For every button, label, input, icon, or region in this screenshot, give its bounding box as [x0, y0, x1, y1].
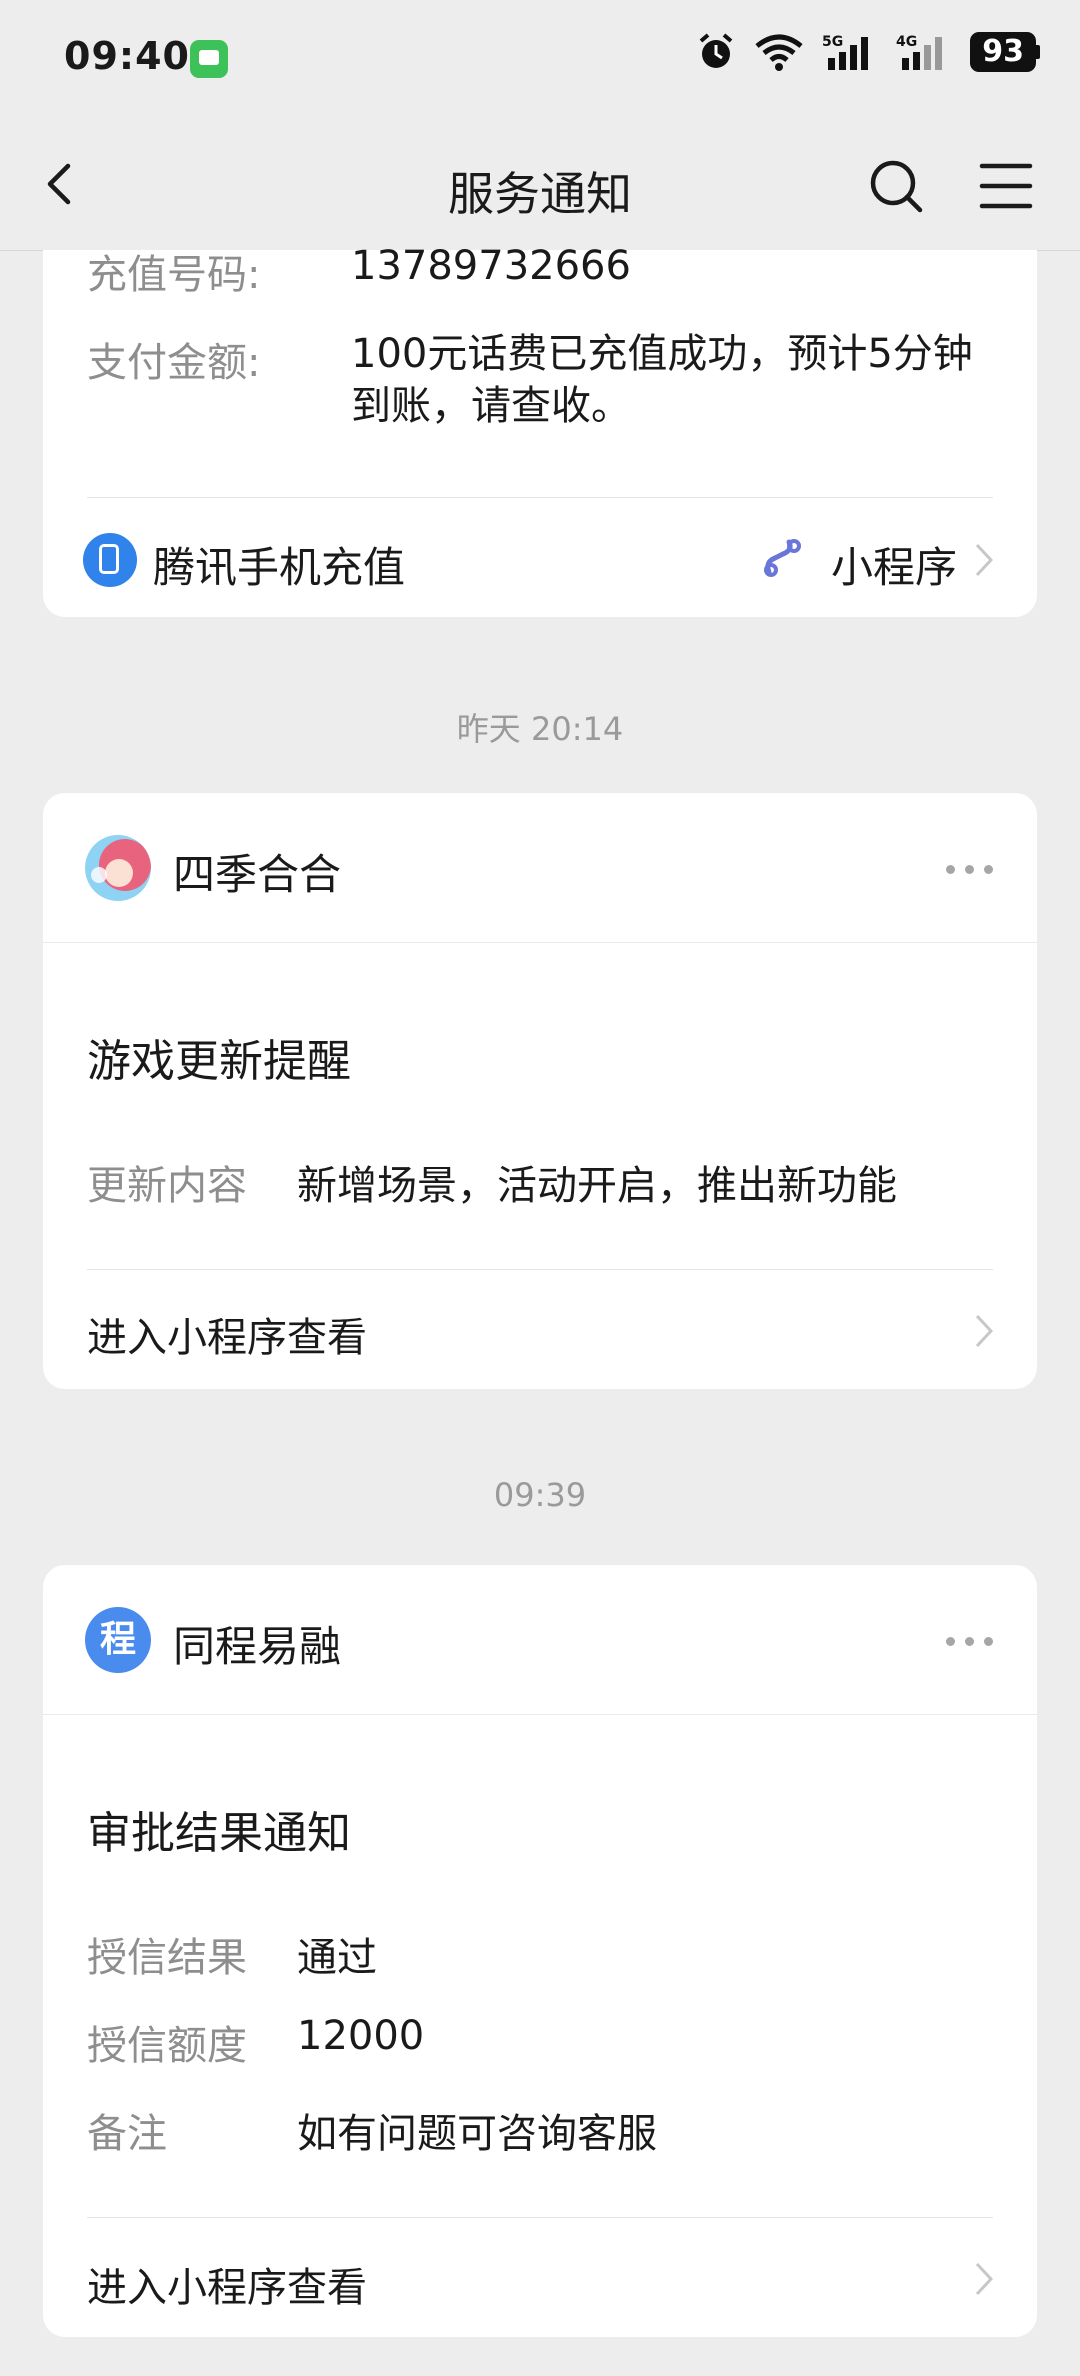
- timestamp: 昨天 20:14: [456, 710, 624, 748]
- approval-notice-card: 程 同程易融 审批结果通知 授信结果 通过 授信额度 12000 备注 如有问题…: [43, 1565, 1037, 2337]
- signal-5g-icon: 5G: [822, 34, 869, 70]
- status-icons: 5G 4G 93: [696, 32, 1040, 72]
- detail-value: 新增场景，活动开启，推出新功能: [297, 1163, 897, 1209]
- notice-title: 审批结果通知: [87, 1808, 351, 1859]
- notice-title: 游戏更新提醒: [87, 1036, 351, 1087]
- divider: [43, 942, 1037, 943]
- chevron-right-icon: [975, 1314, 993, 1348]
- status-time: 09:40: [64, 34, 190, 78]
- anime-avatar-icon: [85, 835, 151, 901]
- divider: [43, 1714, 1037, 1715]
- avatar-char: 程: [99, 1619, 136, 1660]
- status-bar: 09:40 5G 4G 93: [0, 0, 1080, 118]
- enter-mini-program-label: 进入小程序查看: [87, 1315, 367, 1361]
- signal-4g-icon: 4G: [896, 34, 943, 70]
- phone-label: 充值号码:: [87, 252, 261, 298]
- enter-mini-program-label: 进入小程序查看: [87, 2265, 367, 2311]
- search-icon[interactable]: [868, 158, 924, 214]
- detail-value: 如有问题可咨询客服: [297, 2111, 657, 2157]
- battery-indicator: 93: [970, 32, 1040, 72]
- detail-label: 授信结果: [87, 1935, 247, 1981]
- game-update-card: 四季合合 游戏更新提醒 更新内容 新增场景，活动开启，推出新功能 进入小程序查看: [43, 793, 1037, 1389]
- divider: [87, 497, 993, 498]
- mini-program-link-icon: [764, 539, 801, 577]
- battery-level: 93: [970, 32, 1036, 72]
- wifi-icon: [755, 34, 803, 71]
- svg-text:4G: 4G: [896, 34, 917, 50]
- recharge-notice-card: 充值号码: 13789732666 支付金额: 100元话费已充值成功，预计5分…: [43, 243, 1037, 617]
- amount-label: 支付金额:: [87, 340, 261, 386]
- timestamp: 09:39: [493, 1476, 587, 1514]
- detail-value: 12000: [297, 2013, 425, 2059]
- phone-recharge-icon: [83, 533, 137, 587]
- divider: [87, 1269, 993, 1270]
- detail-label: 备注: [87, 2111, 167, 2157]
- menu-icon[interactable]: [978, 160, 1034, 212]
- more-options-icon[interactable]: [946, 1637, 993, 1646]
- chevron-right-icon: [975, 2262, 993, 2296]
- divider: [87, 2217, 993, 2218]
- amount-value-line2: 到账，请查收。: [351, 383, 631, 429]
- phone-value: 13789732666: [351, 243, 631, 289]
- alarm-icon: [699, 33, 733, 68]
- avatar[interactable]: [85, 835, 151, 901]
- avatar[interactable]: 程: [85, 1607, 151, 1673]
- detail-label: 更新内容: [87, 1163, 247, 1209]
- svg-text:5G: 5G: [822, 34, 843, 50]
- mini-program-tag: 小程序: [830, 543, 957, 592]
- detail-value: 通过: [297, 1935, 377, 1981]
- chevron-right-icon: [975, 543, 993, 577]
- amount-value-line1: 100元话费已充值成功，预计5分钟: [351, 331, 973, 377]
- messages-app-icon: [190, 40, 228, 78]
- more-options-icon[interactable]: [946, 865, 993, 874]
- detail-label: 授信额度: [87, 2023, 247, 2069]
- sender-name: 四季合合: [173, 850, 342, 899]
- sender-name: 同程易融: [173, 1622, 342, 1671]
- nav-bar: 服务通知: [0, 118, 1080, 251]
- mini-program-name: 腾讯手机充值: [153, 543, 406, 592]
